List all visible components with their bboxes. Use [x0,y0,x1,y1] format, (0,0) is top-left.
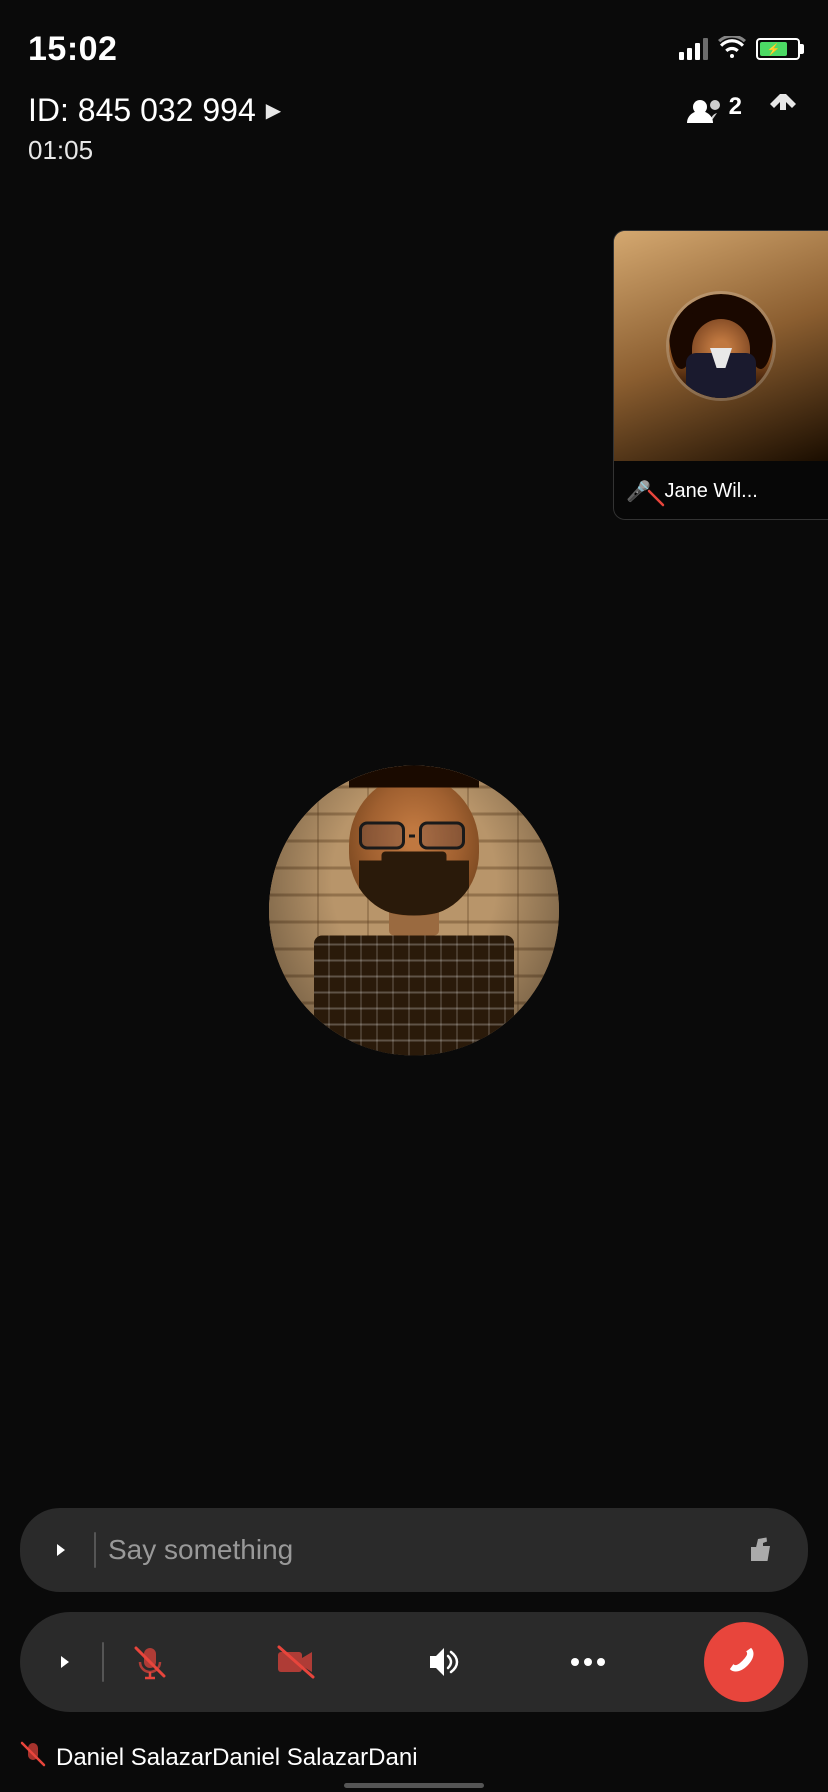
charging-icon: ⚡ [767,43,781,56]
speaker-button[interactable] [412,1632,472,1692]
wifi-icon [718,34,746,65]
thumbs-up-button[interactable] [738,1525,788,1575]
camera-button[interactable] [266,1632,326,1692]
chat-divider [94,1532,96,1568]
call-controls [20,1612,808,1712]
pip-participant[interactable]: 🎤 Jane Wil... [613,230,828,520]
participant-name-text: Daniel SalazarDaniel SalazarDani [56,1744,418,1772]
home-indicator [344,1783,484,1788]
status-icons: ⚡ [679,34,800,65]
controls-expand-button[interactable] [44,1641,86,1683]
play-icon: ▶ [266,98,281,123]
end-call-button[interactable] [704,1622,784,1702]
chat-input-bar[interactable]: Say something [20,1508,808,1592]
pip-video [614,231,828,461]
pip-name-row: 🎤 Jane Wil... [614,461,828,520]
main-participant-avatar [269,766,559,1056]
chat-input-area: Say something [20,1508,808,1592]
more-options-button[interactable] [558,1632,618,1692]
call-header: ID: 845 032 994 ▶ 2 01:05 [0,80,828,166]
call-duration: 01:05 [28,135,800,166]
battery-icon: ⚡ [756,38,800,60]
participant-mute-icon [20,1741,46,1774]
control-buttons [120,1622,784,1702]
main-avatar-circle [269,766,559,1056]
pip-mute-icon: 🎤 [626,479,656,504]
minimize-button[interactable] [766,90,800,131]
participants-button[interactable]: 2 [687,97,742,125]
pip-participant-name: Jane Wil... [664,480,757,503]
controls-bar [20,1612,808,1712]
participants-count: 2 [729,93,742,121]
participant-name-bar: Daniel SalazarDaniel SalazarDani [0,1741,828,1774]
chat-placeholder-text[interactable]: Say something [108,1534,726,1566]
status-bar: 15:02 ⚡ [0,0,828,80]
header-icons: 2 [687,90,800,131]
chat-expand-button[interactable] [40,1529,82,1571]
controls-divider [102,1642,104,1682]
status-time: 15:02 [28,30,117,69]
signal-icon [679,38,708,60]
call-id[interactable]: ID: 845 032 994 ▶ [28,92,281,129]
mute-button[interactable] [120,1632,180,1692]
